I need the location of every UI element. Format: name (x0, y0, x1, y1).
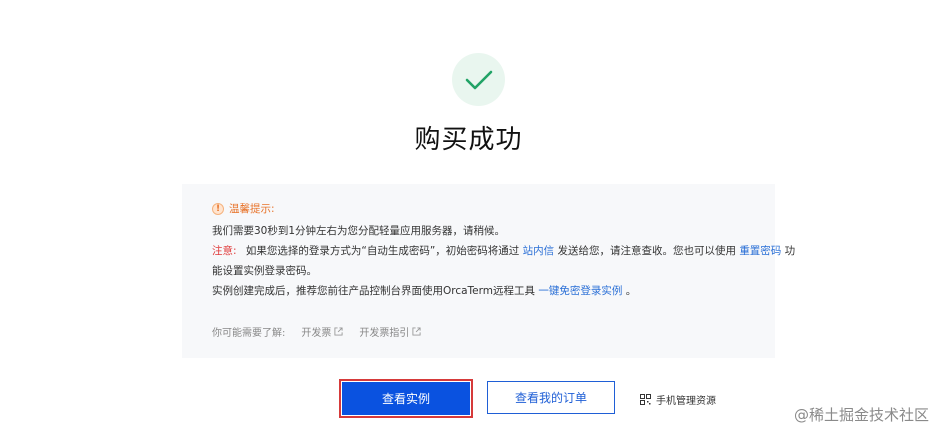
related-links-label: 你可能需要了解: (212, 328, 286, 339)
purchase-success-page: 购买成功 ! 温馨提示: 我们需要30秒到1分钟左右为您分配轻量应用服务器，请稍… (0, 0, 937, 432)
invoice-link-label: 开发票 (301, 328, 332, 339)
notice-header: ! 温馨提示: (212, 201, 275, 216)
mobile-manage-link[interactable]: 手机管理资源 (640, 392, 716, 407)
qr-code-icon (640, 394, 651, 405)
success-check-icon (452, 53, 505, 106)
page-title: 购买成功 (414, 125, 523, 155)
watermark: @稀土掘金技术社区 (793, 406, 929, 424)
notice-line-4-text-b: 。 (625, 285, 637, 297)
reset-password-link[interactable]: 重置密码 (739, 245, 781, 257)
warning-icon: ! (212, 202, 224, 215)
view-instance-button[interactable]: 查看实例 (342, 382, 470, 415)
notice-line-2: 注意: 如果您选择的登录方式为“自动生成密码”，初始密码将通过 站内信 发送给您… (212, 244, 795, 258)
view-orders-button[interactable]: 查看我的订单 (487, 381, 615, 414)
invoice-guide-link[interactable]: 开发票指引 (359, 324, 421, 339)
invoice-link[interactable]: 开发票 (301, 324, 343, 339)
notice-line-2-text-b: 发送给您，请注意查收。您也可以使用 (557, 245, 736, 257)
site-message-link[interactable]: 站内信 (523, 245, 555, 257)
note-label: 注意: (212, 245, 237, 257)
related-links: 你可能需要了解: 开发票 开发票指引 (212, 324, 421, 339)
one-click-login-link[interactable]: 一键免密登录实例 (538, 285, 622, 297)
notice-heading: 温馨提示: (229, 203, 275, 215)
notice-line-4: 实例创建完成后，推荐您前往产品控制台界面使用OrcaTerm远程工具 一键免密登… (212, 284, 636, 298)
invoice-guide-link-label: 开发票指引 (359, 328, 410, 339)
notice-panel: ! 温馨提示: 我们需要30秒到1分钟左右为您分配轻量应用服务器，请稍候。 注意… (182, 184, 795, 358)
notice-line-1: 我们需要30秒到1分钟左右为您分配轻量应用服务器，请稍候。 (212, 225, 506, 237)
external-link-icon (412, 327, 421, 336)
external-link-icon (334, 327, 343, 336)
mobile-manage-label: 手机管理资源 (656, 396, 716, 407)
notice-line-4-text-a: 实例创建完成后，推荐您前往产品控制台界面使用OrcaTerm远程工具 (212, 285, 536, 297)
notice-line-3: 能设置实例登录密码。 (212, 265, 317, 277)
view-instance-button-frame: 查看实例 (339, 379, 473, 418)
notice-line-2-text-a: 如果您选择的登录方式为“自动生成密码”，初始密码将通过 (245, 245, 520, 257)
check-icon (465, 70, 492, 89)
notice-line-2-text-c: 功 (784, 245, 796, 257)
